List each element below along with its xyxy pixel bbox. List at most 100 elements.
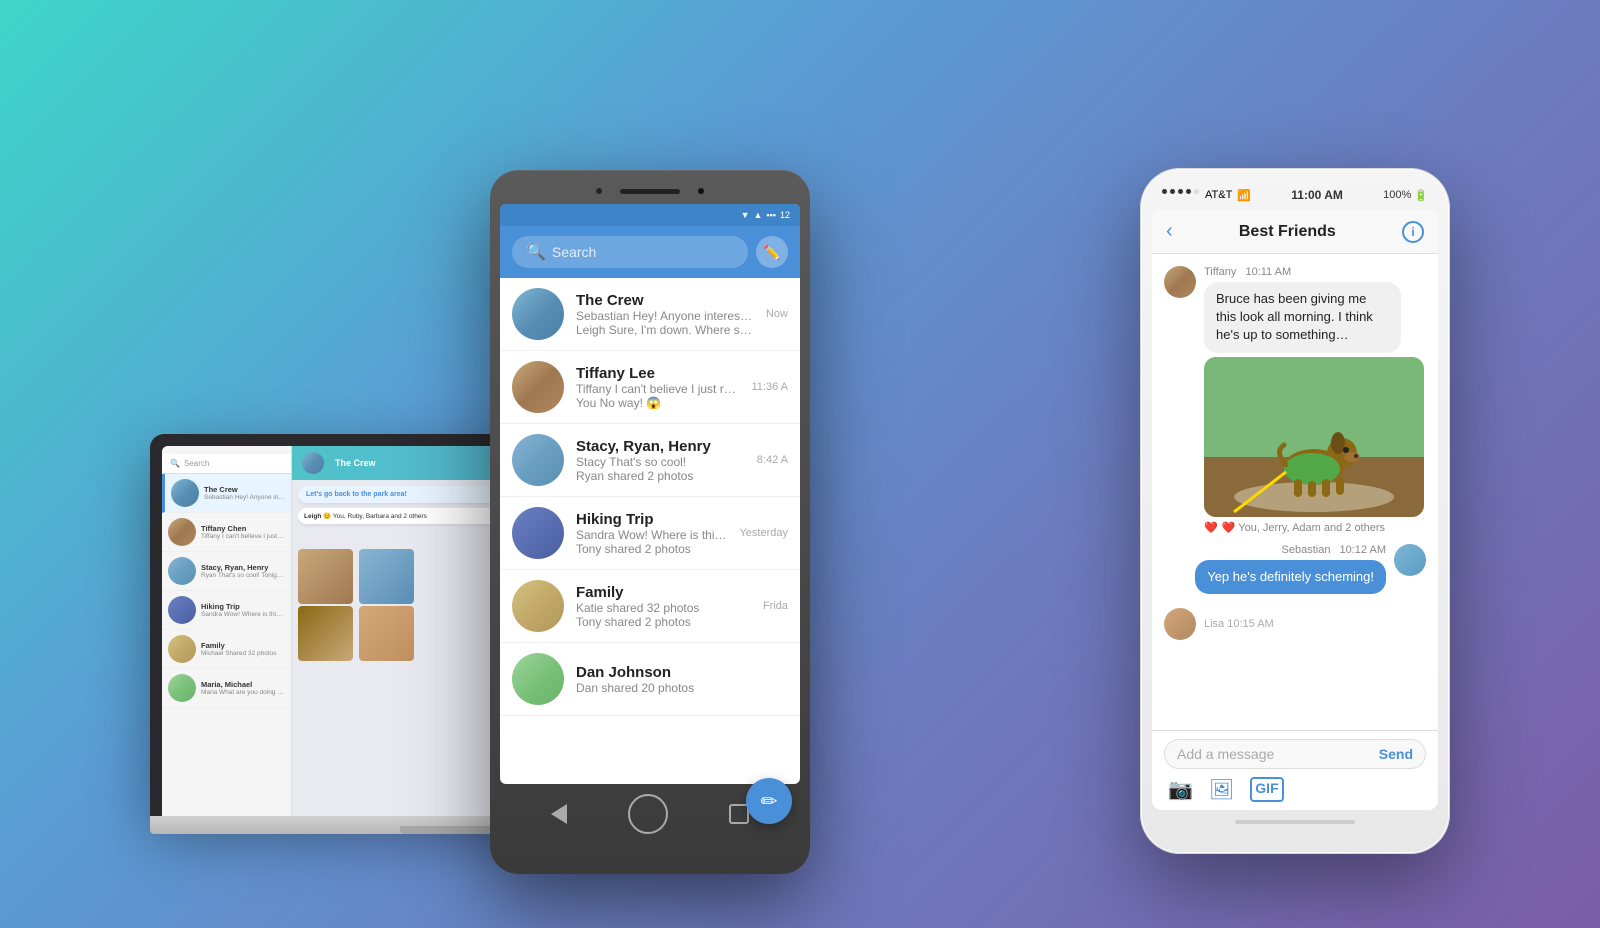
iphone-signal-dot bbox=[1170, 189, 1175, 194]
android-conv-time: Yesterday bbox=[739, 527, 788, 539]
iphone-signal-dot-empty bbox=[1194, 189, 1199, 194]
iphone-photo-dog bbox=[1204, 357, 1424, 517]
android-top-bar bbox=[500, 188, 800, 194]
android-conv-body: Tiffany Lee Tiffany I can't believe I ju… bbox=[576, 365, 740, 410]
iphone-camera-icon[interactable]: 📷 bbox=[1168, 777, 1193, 802]
laptop-conv-preview: Michael Shared 32 photos bbox=[201, 650, 277, 657]
iphone-time: 11:00 AM bbox=[1291, 188, 1343, 202]
android-conv-preview: Dan shared 20 photos bbox=[576, 681, 776, 695]
android-frame: ▼ ▲ ▪▪▪ 12 🔍 Search ✏️ bbox=[490, 170, 810, 874]
laptop-conv-text: Maria, Michael Maria What are you doing … bbox=[201, 680, 285, 696]
android-search-icon: 🔍 bbox=[526, 242, 546, 262]
android-conv-item-hiking[interactable]: Hiking Trip Sandra Wow! Where is this To… bbox=[500, 497, 800, 570]
laptop-photo-thumb bbox=[298, 606, 353, 661]
android-conv-preview: Sebastian Hey! Anyone interested in... bbox=[576, 309, 754, 323]
laptop-conv-item[interactable]: Maria, Michael Maria What are you doing … bbox=[162, 669, 291, 708]
android-conv-item-stacy[interactable]: Stacy, Ryan, Henry Stacy That's so cool!… bbox=[500, 424, 800, 497]
iphone-photo-icon[interactable]: 🖼 bbox=[1209, 777, 1234, 802]
android-back-button[interactable] bbox=[551, 804, 567, 824]
laptop-conv-preview: Sandra Wow! Where is this, Tony? bbox=[201, 611, 285, 618]
iphone-wifi-icon: 📶 bbox=[1237, 189, 1251, 202]
iphone-message-row-tiffany: Tiffany 10:11 AM Bruce has been giving m… bbox=[1164, 266, 1426, 534]
android-signal-icon: ▲ bbox=[753, 210, 762, 220]
iphone-gif-button[interactable]: GIF bbox=[1250, 777, 1283, 802]
iphone-signal-dot bbox=[1178, 189, 1183, 194]
iphone-input-row[interactable]: Add a message Send bbox=[1164, 739, 1426, 769]
android-conv-time: 8:42 A bbox=[757, 454, 788, 466]
android-conv-name: Tiffany Lee bbox=[576, 365, 740, 382]
android-conv-item-family[interactable]: Family Katie shared 32 photos Tony share… bbox=[500, 570, 800, 643]
android-home-button[interactable] bbox=[628, 794, 668, 834]
iphone-chat-title: Best Friends bbox=[1239, 223, 1336, 241]
laptop-conv-item[interactable]: Tiffany Chen Tiffany I can't believe I j… bbox=[162, 513, 291, 552]
laptop-chat-header-name: The Crew bbox=[335, 458, 376, 468]
android-avatar-dan bbox=[512, 653, 564, 705]
android-compose-button[interactable]: ✏️ bbox=[756, 236, 788, 268]
iphone-msg-sender: Tiffany 10:11 AM bbox=[1204, 266, 1401, 278]
iphone-status-bar: AT&T 📶 11:00 AM 100% 🔋 bbox=[1152, 188, 1438, 210]
android-conv-name: Hiking Trip bbox=[576, 511, 727, 528]
laptop-conv-preview: Tiffany I can't believe I just ran into.… bbox=[201, 533, 285, 540]
scene: 🔍 Search The Crew Sebastian Hey! Anyone … bbox=[150, 54, 1450, 874]
iphone-avatar-lisa bbox=[1164, 608, 1196, 640]
laptop-conv-text: Tiffany Chen Tiffany I can't believe I j… bbox=[201, 524, 285, 540]
iphone-typing-indicator: Lisa 10:15 AM bbox=[1204, 618, 1274, 630]
android-conv-body: Hiking Trip Sandra Wow! Where is this To… bbox=[576, 511, 727, 556]
iphone-frame: AT&T 📶 11:00 AM 100% 🔋 ‹ Best Friends i bbox=[1140, 168, 1450, 854]
iphone-battery-icon: 🔋 bbox=[1414, 189, 1428, 202]
android-avatar-hiking bbox=[512, 507, 564, 559]
android-conv-item-dan[interactable]: Dan Johnson Dan shared 20 photos bbox=[500, 643, 800, 716]
android-conv-preview: Tiffany I can't believe I just ran into.… bbox=[576, 382, 740, 396]
iphone-home-bar bbox=[1235, 820, 1355, 824]
android-conv-preview-2: You No way! 😱 bbox=[576, 396, 740, 410]
android-conv-body: Stacy, Ryan, Henry Stacy That's so cool!… bbox=[576, 438, 745, 483]
android-conv-body: Family Katie shared 32 photos Tony share… bbox=[576, 584, 751, 629]
laptop-search-bar[interactable]: 🔍 Search bbox=[162, 454, 291, 474]
android-conv-body: The Crew Sebastian Hey! Anyone intereste… bbox=[576, 292, 754, 337]
laptop-conv-item[interactable]: Hiking Trip Sandra Wow! Where is this, T… bbox=[162, 591, 291, 630]
android-conv-name: Stacy, Ryan, Henry bbox=[576, 438, 745, 455]
android-phone: ▼ ▲ ▪▪▪ 12 🔍 Search ✏️ bbox=[490, 170, 810, 874]
iphone-bubble-text: Bruce has been giving me this look all m… bbox=[1204, 282, 1401, 353]
android-search-input[interactable]: 🔍 Search bbox=[512, 236, 748, 268]
iphone-back-button[interactable]: ‹ bbox=[1166, 220, 1173, 243]
laptop-avatar-crew bbox=[171, 479, 199, 507]
iphone-lisa-row: Lisa 10:15 AM bbox=[1164, 608, 1426, 640]
laptop-avatar-family bbox=[168, 635, 196, 663]
android-search-bar[interactable]: 🔍 Search ✏️ bbox=[500, 226, 800, 278]
laptop-avatar-tiffany bbox=[168, 518, 196, 546]
laptop-conv-name: Hiking Trip bbox=[201, 602, 285, 611]
laptop-conv-name: Stacy, Ryan, Henry bbox=[201, 563, 285, 572]
laptop-search-text: Search bbox=[184, 459, 209, 468]
iphone-photo-attachment bbox=[1204, 357, 1424, 517]
iphone-message-input[interactable]: Add a message bbox=[1177, 746, 1371, 762]
laptop-conv-item[interactable]: Family Michael Shared 32 photos bbox=[162, 630, 291, 669]
iphone-info-button[interactable]: i bbox=[1402, 221, 1424, 243]
laptop-photo-grid bbox=[298, 549, 418, 661]
laptop-conv-item[interactable]: The Crew Sebastian Hey! Anyone intereste… bbox=[162, 474, 291, 513]
laptop-conv-text: Hiking Trip Sandra Wow! Where is this, T… bbox=[201, 602, 285, 618]
iphone-carrier: AT&T bbox=[1205, 189, 1232, 202]
iphone-send-button[interactable]: Send bbox=[1379, 746, 1413, 762]
android-conv-preview-2: Tony shared 2 photos bbox=[576, 542, 727, 556]
android-conv-time: Frida bbox=[763, 600, 788, 612]
iphone-battery-area: 100% 🔋 bbox=[1383, 189, 1428, 202]
iphone-avatar-sebastian bbox=[1394, 544, 1426, 576]
android-conv-name: The Crew bbox=[576, 292, 754, 309]
laptop-conv-preview: Ryan That's so cool! Tonight... bbox=[201, 572, 285, 579]
laptop-conv-preview: Maria What are you doing for the long... bbox=[201, 689, 285, 696]
android-conv-item-crew[interactable]: The Crew Sebastian Hey! Anyone intereste… bbox=[500, 278, 800, 351]
iphone-reactions-text: ❤️ You, Jerry, Adam and 2 others bbox=[1222, 521, 1385, 534]
android-compose-icon: ✏️ bbox=[763, 244, 780, 261]
laptop-header-avatar bbox=[302, 452, 324, 474]
laptop-conv-name: The Crew bbox=[204, 485, 285, 494]
laptop-photo-thumb bbox=[359, 606, 414, 661]
laptop-search-icon: 🔍 bbox=[170, 459, 180, 468]
android-conv-item-tiffany[interactable]: Tiffany Lee Tiffany I can't believe I ju… bbox=[500, 351, 800, 424]
android-battery: 12 bbox=[780, 210, 790, 220]
laptop-conv-name: Maria, Michael bbox=[201, 680, 285, 689]
laptop-conv-item[interactable]: Stacy, Ryan, Henry Ryan That's so cool! … bbox=[162, 552, 291, 591]
iphone-avatar-tiffany bbox=[1164, 266, 1196, 298]
iphone-msg-content: Tiffany 10:11 AM Bruce has been giving m… bbox=[1204, 266, 1401, 534]
laptop-avatar-dan bbox=[168, 674, 196, 702]
